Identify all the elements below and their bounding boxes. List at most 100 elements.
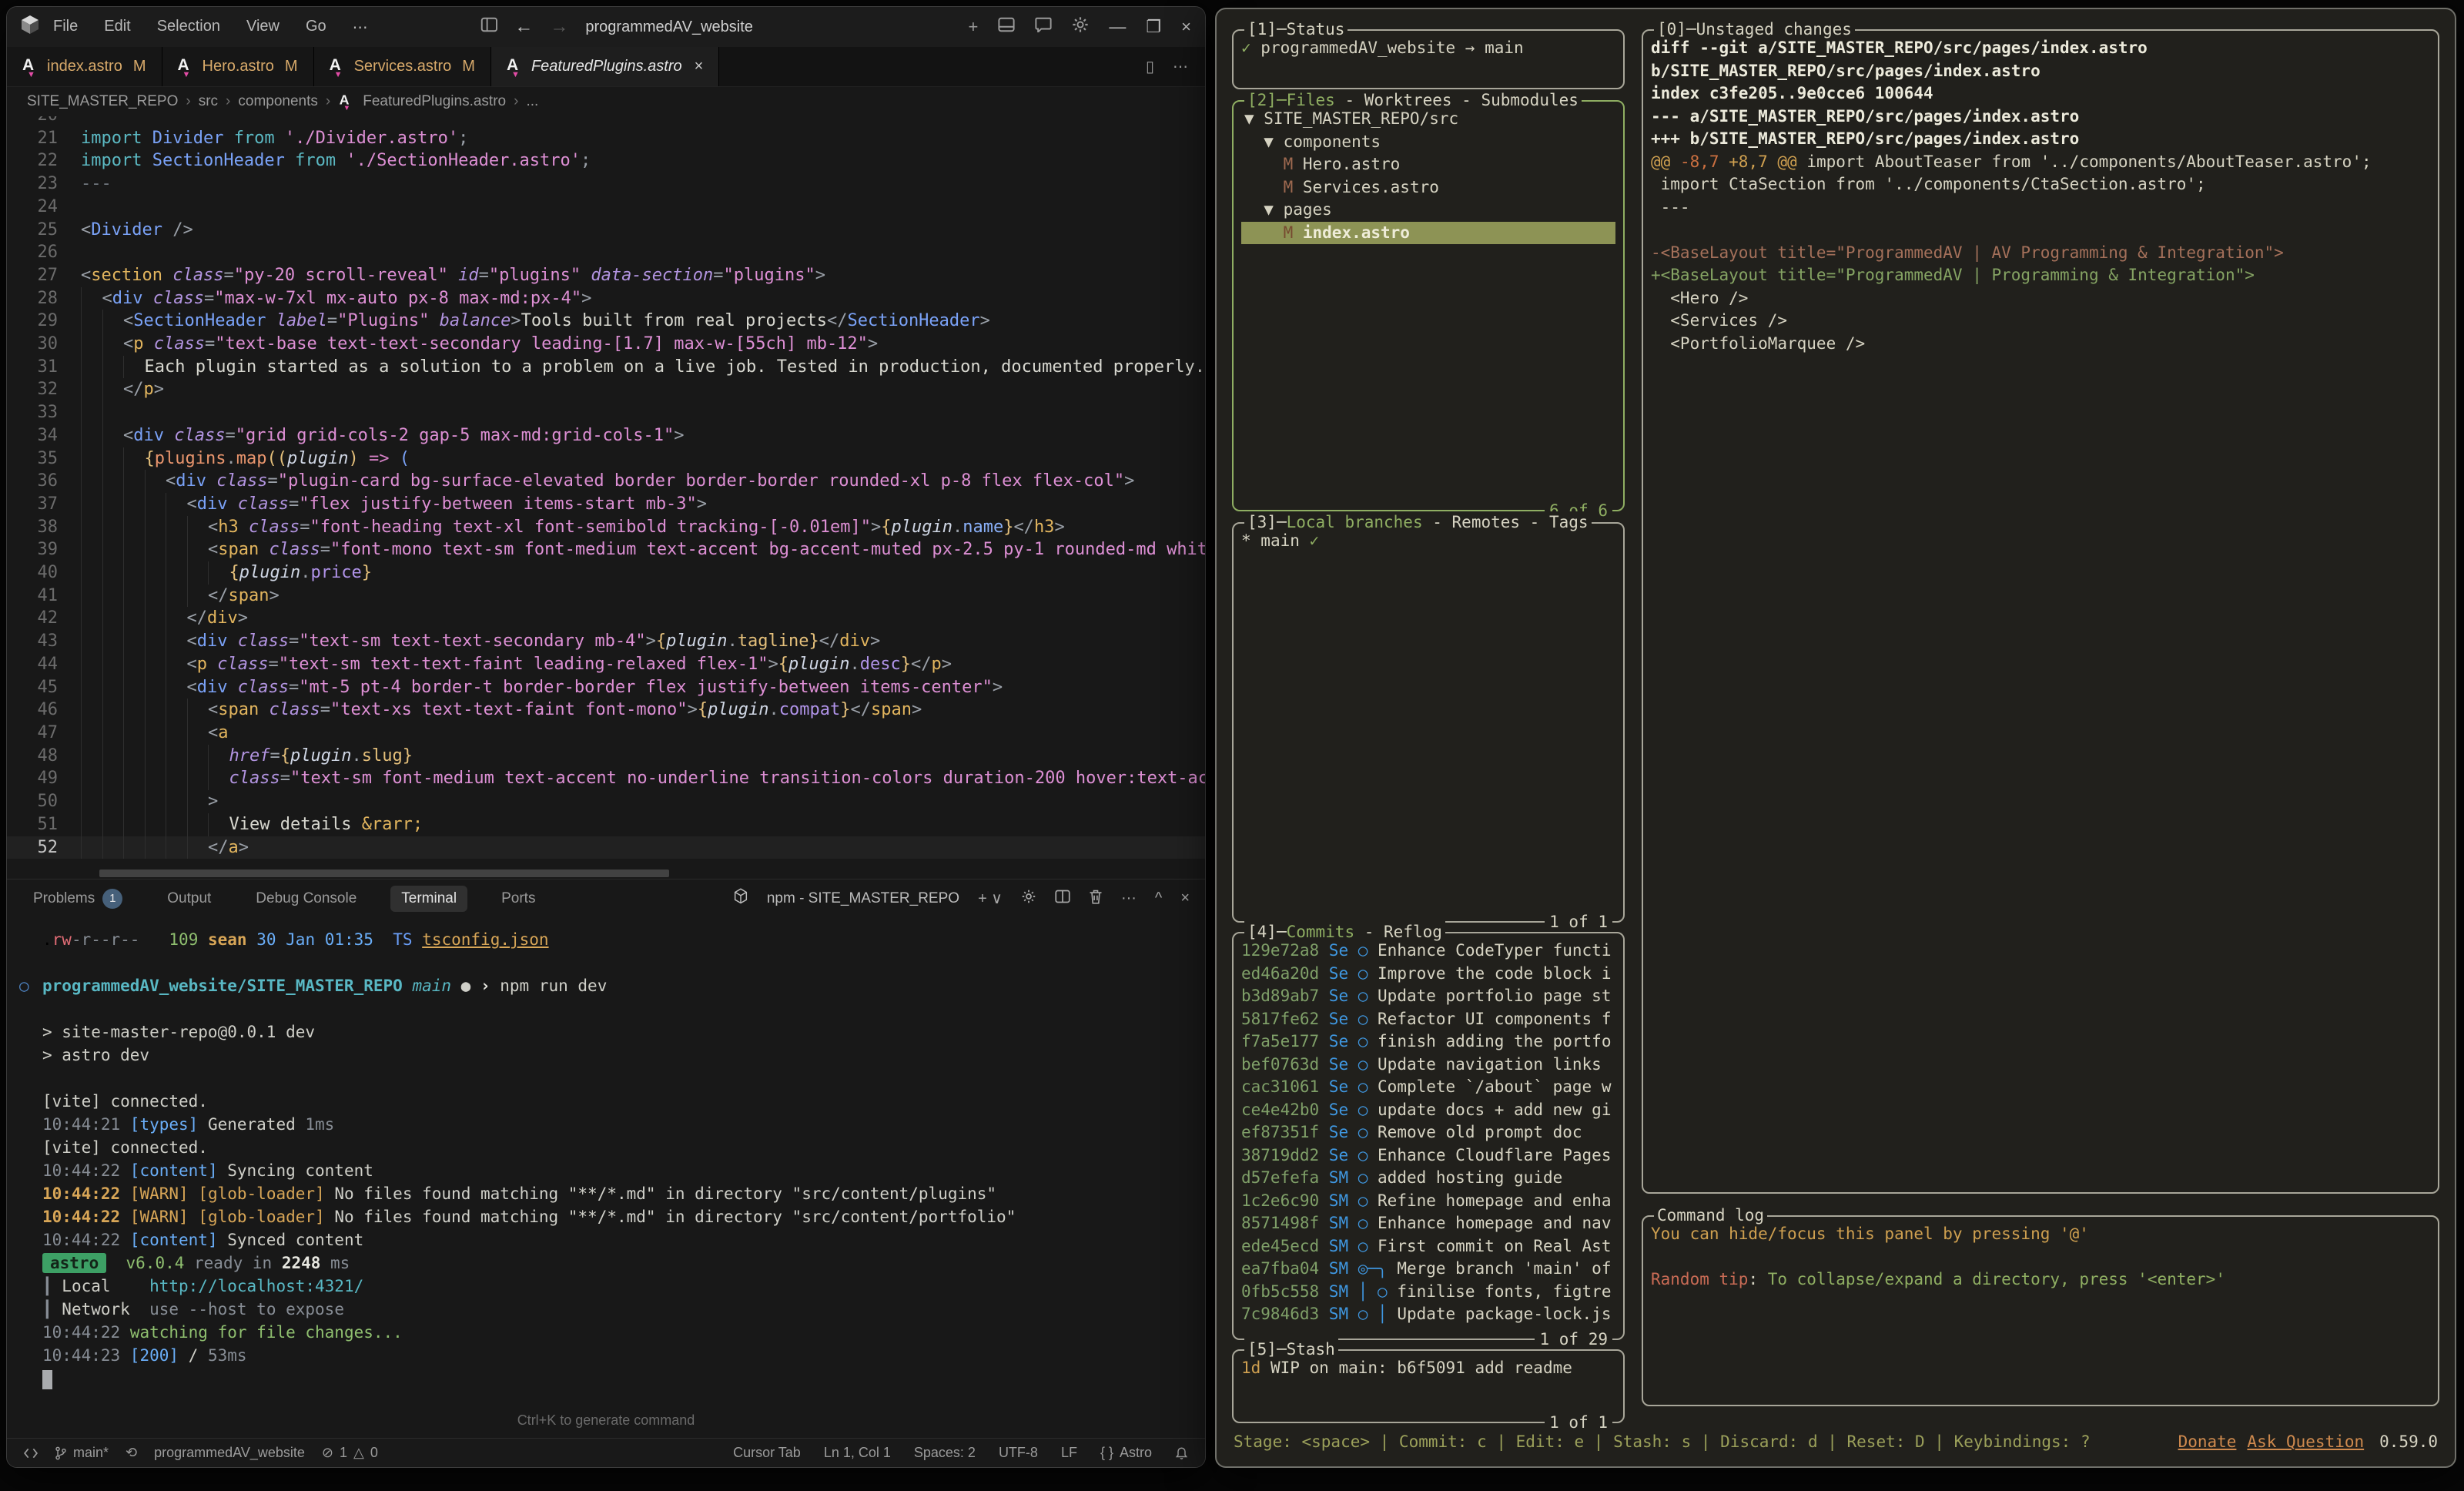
- editor-tab[interactable]: A▼Services.astroM: [314, 47, 491, 86]
- code-line[interactable]: 29 <SectionHeader label="Plugins" balanc…: [7, 310, 1205, 333]
- code-line[interactable]: 50 >: [7, 790, 1205, 813]
- panel-tab-terminal[interactable]: Terminal: [390, 886, 467, 912]
- more-tabs-icon[interactable]: ⋯: [1173, 57, 1188, 76]
- horizontal-scrollbar[interactable]: [99, 869, 669, 877]
- remote-indicator-icon[interactable]: [24, 1446, 38, 1460]
- code-line[interactable]: 36 <div class="plugin-card bg-surface-el…: [7, 470, 1205, 493]
- layout-panel-icon[interactable]: [998, 17, 1015, 37]
- code-line[interactable]: 40 {plugin.price}: [7, 561, 1205, 585]
- code-line[interactable]: 24: [7, 196, 1205, 219]
- code-line[interactable]: 39 <span class="font-mono text-sm font-m…: [7, 538, 1205, 561]
- new-tab-icon[interactable]: +: [969, 17, 979, 37]
- sync-icon[interactable]: ⟲: [126, 1445, 137, 1461]
- menu-item[interactable]: Selection: [157, 18, 220, 37]
- code-line[interactable]: 34 <div class="grid grid-cols-2 gap-5 ma…: [7, 424, 1205, 447]
- commits-panel[interactable]: [4]─Commits - Reflog 129e72a8 Se ○ Enhan…: [1232, 932, 1625, 1340]
- git-branch-indicator[interactable]: main*: [55, 1445, 109, 1461]
- problems-indicator[interactable]: ⊘1 △0: [322, 1445, 378, 1461]
- code-line[interactable]: 35 {plugins.map((plugin) => (: [7, 447, 1205, 471]
- commit-row[interactable]: ed46a20d Se ○ Improve the code block i: [1241, 963, 1615, 986]
- layout-sidebar-icon[interactable]: [480, 17, 497, 37]
- stash-panel[interactable]: [5]─Stash 1d WIP on main: b6f5091 add re…: [1232, 1349, 1625, 1423]
- code-line[interactable]: 31 Each plugin started as a solution to …: [7, 356, 1205, 379]
- code-line[interactable]: 27<section class="py-20 scroll-reveal" i…: [7, 264, 1205, 287]
- commit-row[interactable]: 5817fe62 Se ○ Refactor UI components f: [1241, 1008, 1615, 1031]
- menu-item[interactable]: Go: [306, 18, 326, 37]
- editor-tab[interactable]: A▼Hero.astroM: [162, 47, 314, 86]
- more-actions-icon[interactable]: ···: [1121, 890, 1137, 907]
- editor-tab[interactable]: A▼index.astroM: [7, 47, 162, 86]
- code-line[interactable]: 46 <span class="text-xs text-text-faint …: [7, 699, 1205, 722]
- menu-item[interactable]: Edit: [104, 18, 130, 37]
- minimize-button[interactable]: —: [1109, 17, 1126, 37]
- cursor-position[interactable]: Ln 1, Col 1: [824, 1445, 891, 1461]
- code-line[interactable]: 32 </p>: [7, 378, 1205, 401]
- code-line[interactable]: 48 href={plugin.slug}: [7, 745, 1205, 768]
- menu-item[interactable]: File: [53, 18, 78, 37]
- code-line[interactable]: 26: [7, 241, 1205, 264]
- code-line[interactable]: 47 <a: [7, 722, 1205, 745]
- encoding-setting[interactable]: UTF-8: [999, 1445, 1038, 1461]
- editor-tab[interactable]: A▼FeaturedPlugins.astro×: [491, 47, 719, 86]
- terminal[interactable]: .rw-r--r-- 109 sean 30 Jan 01:35 TS tsco…: [7, 917, 1205, 1438]
- menu-item[interactable]: View: [246, 18, 280, 37]
- breadcrumb-item[interactable]: components: [238, 93, 318, 110]
- code-line[interactable]: 52 </a>: [7, 836, 1205, 859]
- cursor-tab-toggle[interactable]: Cursor Tab: [733, 1445, 801, 1461]
- commit-row[interactable]: b3d89ab7 Se ○ Update portfolio page st: [1241, 985, 1615, 1008]
- code-line[interactable]: 43 <div class="text-sm text-text-seconda…: [7, 630, 1205, 653]
- commit-row[interactable]: f7a5e177 Se ○ finish adding the portfo: [1241, 1030, 1615, 1054]
- split-editor-icon[interactable]: ▯: [1146, 57, 1154, 76]
- eol-setting[interactable]: LF: [1061, 1445, 1077, 1461]
- breadcrumb-item[interactable]: FeaturedPlugins.astro: [363, 93, 506, 110]
- settings-gear-icon[interactable]: [1072, 16, 1089, 38]
- commit-row[interactable]: 129e72a8 Se ○ Enhance CodeTyper functi: [1241, 940, 1615, 963]
- code-line[interactable]: 22import SectionHeader from './SectionHe…: [7, 149, 1205, 173]
- code-editor[interactable]: 2021import Divider from './Divider.astro…: [7, 116, 1205, 879]
- ask-question-link[interactable]: Ask Question: [2247, 1431, 2364, 1454]
- code-line[interactable]: 38 <h3 class="font-heading text-xl font-…: [7, 516, 1205, 539]
- stash-line[interactable]: 1d WIP on main: b6f5091 add readme: [1241, 1357, 1615, 1380]
- close-panel-icon[interactable]: ×: [1180, 890, 1190, 907]
- panel-tab-problems[interactable]: Problems1: [22, 884, 133, 913]
- back-icon[interactable]: ←: [514, 16, 533, 38]
- panel-tab-ports[interactable]: Ports: [490, 886, 546, 912]
- indentation-setting[interactable]: Spaces: 2: [914, 1445, 976, 1461]
- code-line[interactable]: 37 <div class="flex justify-between item…: [7, 493, 1205, 516]
- panel-tab-debug-console[interactable]: Debug Console: [245, 886, 367, 912]
- command-log-panel[interactable]: Command log You can hide/focus this pane…: [1642, 1215, 2439, 1406]
- commit-row[interactable]: 8571498f SM ○ Enhance homepage and nav: [1241, 1212, 1615, 1235]
- commit-row[interactable]: ede45ecd SM ○ First commit on Real Ast: [1241, 1235, 1615, 1258]
- commit-row[interactable]: 1c2e6c90 SM ○ Refine homepage and enha: [1241, 1190, 1615, 1213]
- code-line[interactable]: 21import Divider from './Divider.astro';: [7, 127, 1205, 150]
- breadcrumb-item[interactable]: ...: [526, 93, 538, 110]
- directory-row[interactable]: ▼ pages: [1241, 199, 1615, 222]
- commit-row[interactable]: 0fb5c558 SM │ ○ finilise fonts, figtre: [1241, 1281, 1615, 1304]
- code-line[interactable]: 20: [7, 116, 1205, 127]
- status-panel[interactable]: [1]─Status ✓ programmedAV_website → main: [1232, 29, 1625, 89]
- breadcrumb-item[interactable]: src: [199, 93, 218, 110]
- code-line[interactable]: 45 <div class="mt-5 pt-4 border-t border…: [7, 676, 1205, 699]
- branch-line[interactable]: * main ✓: [1241, 530, 1615, 553]
- code-line[interactable]: 51 View details &rarr;: [7, 813, 1205, 836]
- file-row[interactable]: M index.astro: [1241, 222, 1615, 245]
- commit-row[interactable]: bef0763d Se ○ Update navigation links: [1241, 1054, 1615, 1077]
- files-panel[interactable]: [2]─Files - Worktrees - Submodules ▼ SIT…: [1232, 100, 1625, 511]
- diff-panel[interactable]: [0]─Unstaged changes diff --git a/SITE_M…: [1642, 29, 2439, 1194]
- code-line[interactable]: 30 <p class="text-base text-text-seconda…: [7, 333, 1205, 356]
- close-tab-icon[interactable]: ×: [695, 58, 704, 75]
- forward-icon[interactable]: →: [550, 16, 568, 38]
- directory-row[interactable]: ▼ SITE_MASTER_REPO/src: [1241, 108, 1615, 131]
- restore-button[interactable]: ❐: [1146, 17, 1161, 37]
- new-terminal-icon[interactable]: + ∨: [978, 889, 1003, 908]
- chat-icon[interactable]: [1035, 17, 1052, 37]
- kill-terminal-trash-icon[interactable]: [1089, 889, 1103, 909]
- split-terminal-icon[interactable]: [1055, 890, 1070, 908]
- repo-name[interactable]: programmedAV_website: [154, 1445, 305, 1461]
- commit-row[interactable]: ef87351f Se ○ Remove old prompt doc: [1241, 1121, 1615, 1144]
- commit-row[interactable]: cac31061 Se ○ Complete `/about` page w: [1241, 1076, 1615, 1099]
- code-line[interactable]: 28 <div class="max-w-7xl mx-auto px-8 ma…: [7, 287, 1205, 310]
- terminal-session-label[interactable]: npm - SITE_MASTER_REPO: [767, 890, 959, 907]
- code-line[interactable]: 23---: [7, 173, 1205, 196]
- notifications-bell-icon[interactable]: [1175, 1446, 1188, 1460]
